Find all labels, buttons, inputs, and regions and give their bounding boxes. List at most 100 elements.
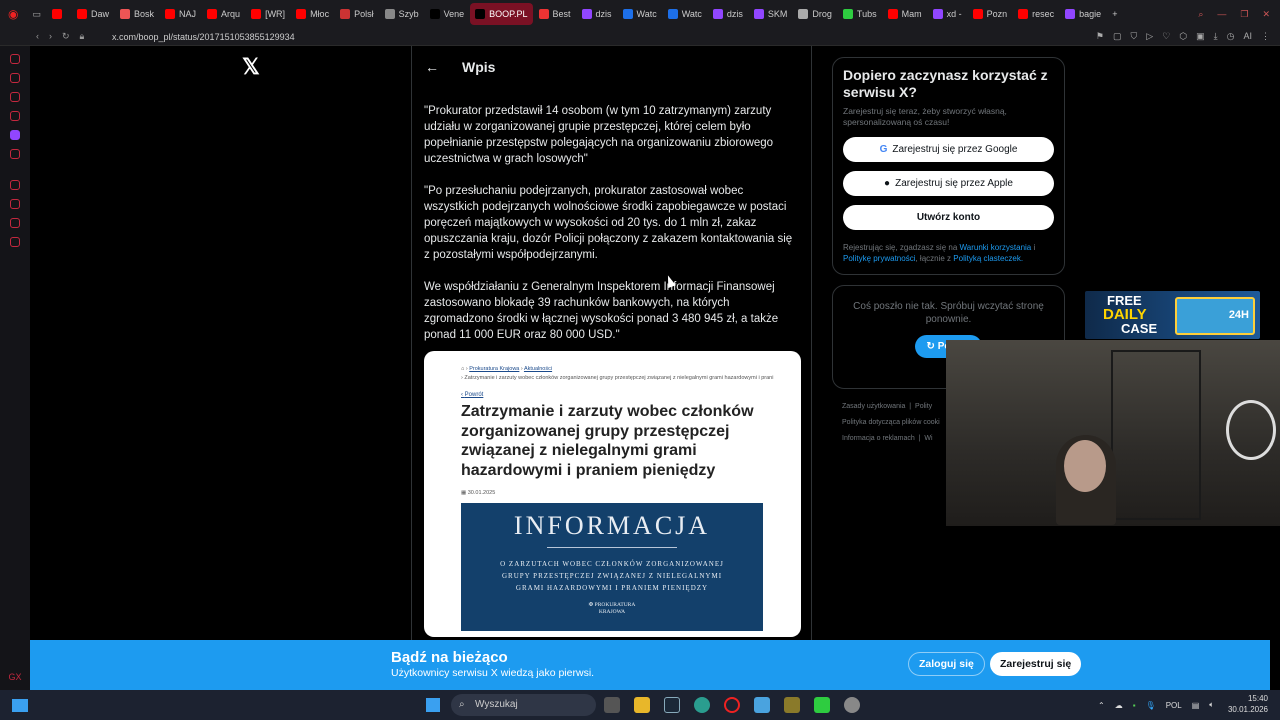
browser-tab[interactable]: Vene xyxy=(425,3,470,25)
tab-search-icon[interactable]: ▭ xyxy=(27,3,46,25)
login-button[interactable]: Zaloguj się xyxy=(908,652,985,676)
tray-cloud-icon[interactable]: ☁ xyxy=(1115,701,1123,710)
sidebar-news-icon[interactable] xyxy=(10,111,20,121)
close-icon[interactable]: ✕ xyxy=(1262,9,1270,20)
sidebar-bag-icon[interactable] xyxy=(10,73,20,83)
register-button[interactable]: Zarejestruj się xyxy=(990,652,1082,676)
forward-icon[interactable]: › xyxy=(49,31,52,42)
privacy-link[interactable]: Politykę prywatności xyxy=(843,254,915,263)
browser-tab[interactable]: Polsł xyxy=(335,3,379,25)
network-icon[interactable]: ▤ xyxy=(1192,701,1200,710)
browser-tab[interactable]: Watc xyxy=(618,3,662,25)
cookies-link[interactable]: Polityką clasteczek. xyxy=(953,254,1023,263)
browser-tab[interactable]: Mam xyxy=(883,3,927,25)
play-icon[interactable]: ▷ xyxy=(1146,31,1153,42)
footer-link-ads[interactable]: Informacja o reklamach xyxy=(842,435,915,442)
sidebar-settings-icon[interactable] xyxy=(10,237,20,247)
tab-favicon-icon xyxy=(384,9,395,19)
history-icon[interactable]: ◷ xyxy=(1227,31,1235,42)
sidebar-twitch-icon[interactable] xyxy=(10,130,20,140)
opera-gx-icon[interactable] xyxy=(724,697,740,713)
green-app-icon[interactable] xyxy=(814,697,830,713)
sidebar-history-icon[interactable] xyxy=(10,199,20,209)
browser-tab[interactable]: Bosk xyxy=(115,3,159,25)
footer-link-tos[interactable]: Zasady użytkowania xyxy=(842,403,905,410)
google-icon: G xyxy=(879,144,888,155)
language-indicator[interactable]: POL xyxy=(1166,701,1182,710)
footer-link-more[interactable]: Wi xyxy=(924,435,932,442)
task-view-icon[interactable] xyxy=(604,697,620,713)
tray-app-icon[interactable]: ▪ xyxy=(1133,701,1136,710)
extensions-icon[interactable]: ⬡ xyxy=(1179,31,1187,42)
settings-app-icon[interactable] xyxy=(844,697,860,713)
sidebar-music-icon[interactable] xyxy=(10,149,20,159)
back-icon[interactable]: ‹ xyxy=(36,31,39,42)
maximize-icon[interactable]: ❐ xyxy=(1240,9,1248,20)
snapshot-icon[interactable]: ▢ xyxy=(1113,31,1122,42)
browser-tab[interactable]: Drog xyxy=(793,3,837,25)
taskbar-search[interactable]: ⌕ Wyszukaj xyxy=(451,694,596,716)
new-tab-button[interactable]: + xyxy=(1107,3,1122,25)
terms-link[interactable]: Warunki korzystania xyxy=(960,243,1032,252)
browser-tab[interactable] xyxy=(47,3,71,25)
file-explorer-icon[interactable] xyxy=(634,697,650,713)
browser-tab[interactable]: bagie xyxy=(1060,3,1106,25)
search-icon[interactable]: ⌕ xyxy=(1198,9,1203,20)
back-arrow-icon[interactable]: ← xyxy=(414,59,450,75)
browser-tab[interactable]: BOOP.PL xyxy=(470,3,533,25)
minimize-icon[interactable]: — xyxy=(1217,9,1226,20)
bookmark-icon[interactable]: ⚑ xyxy=(1096,31,1104,42)
browser-tab[interactable]: Szyb xyxy=(380,3,424,25)
sidebar-player-icon[interactable] xyxy=(10,180,20,190)
sidebar-gx-label[interactable]: GX xyxy=(8,670,21,684)
browser-tab[interactable]: Tubs xyxy=(838,3,882,25)
browser-tab[interactable]: dzis xyxy=(708,3,748,25)
volume-icon[interactable]: 🔈︎ xyxy=(1209,700,1214,710)
browser-tab[interactable]: NAJ xyxy=(160,3,201,25)
sidebar-messages-icon[interactable] xyxy=(10,92,20,102)
url-field[interactable]: x.com/boop_pl/status/2017151053855129934 xyxy=(112,32,295,42)
tab-favicon-icon xyxy=(429,9,440,19)
sidebar-gx-icon[interactable] xyxy=(10,54,20,64)
apple-signup-button[interactable]: ● Zarejestruj się przez Apple xyxy=(843,171,1054,196)
browser-tab[interactable]: SKM xyxy=(749,3,793,25)
breadcrumb: ⌂ › Prokuratura Krajowa › Aktualności › … xyxy=(461,366,774,381)
browser-edge-icon[interactable] xyxy=(694,697,710,713)
taskbar-clock[interactable]: 15:40 30.01.2026 xyxy=(1228,693,1268,715)
download-icon[interactable]: ⤓ xyxy=(1214,31,1218,42)
tab-label: Best xyxy=(552,9,571,19)
reload-icon[interactable]: ↻ xyxy=(62,31,70,42)
browser-tab[interactable]: Pozn xyxy=(968,3,1013,25)
browser-tab[interactable]: [WR] xyxy=(246,3,290,25)
steam-icon[interactable] xyxy=(664,697,680,713)
browser-tab[interactable]: xd - xyxy=(928,3,967,25)
microphone-icon[interactable]: 🎙︎ xyxy=(1146,701,1156,710)
browser-tab[interactable]: Best xyxy=(534,3,576,25)
photos-icon[interactable] xyxy=(754,697,770,713)
game-app-icon[interactable] xyxy=(784,697,800,713)
cookies-prefix: , łącznie z xyxy=(915,254,952,263)
footer-link-policy[interactable]: Polity xyxy=(915,403,932,410)
create-account-button[interactable]: Utwórz konto xyxy=(843,205,1054,230)
opera-menu-icon[interactable]: ◉ xyxy=(0,3,26,25)
widgets-icon[interactable] xyxy=(12,699,28,712)
ai-button[interactable]: AI xyxy=(1243,31,1252,42)
browser-tab[interactable]: Młoc xyxy=(291,3,334,25)
menu-icon[interactable]: ⋮ xyxy=(1261,31,1270,42)
wallet-icon[interactable]: ▣ xyxy=(1196,31,1205,42)
browser-tab[interactable]: Daw xyxy=(72,3,114,25)
shield-icon[interactable]: ⛉ xyxy=(1131,31,1138,42)
browser-tab[interactable]: Arqu xyxy=(202,3,245,25)
post-image-card[interactable]: ⌂ › Prokuratura Krajowa › Aktualności › … xyxy=(424,351,801,637)
start-button-icon[interactable] xyxy=(426,698,440,712)
browser-tab[interactable]: dzis xyxy=(577,3,617,25)
x-logo[interactable]: 𝕏 xyxy=(242,56,262,78)
google-signup-button[interactable]: G Zarejestruj się przez Google xyxy=(843,137,1054,162)
heart-icon[interactable]: ♡ xyxy=(1162,31,1170,42)
tray-chevron-icon[interactable]: ⌃ xyxy=(1098,701,1105,710)
sidebar-cube-icon[interactable] xyxy=(10,218,20,228)
eagle-emblem-icon: ✠ xyxy=(588,602,594,608)
browser-tab[interactable]: resec xyxy=(1013,3,1059,25)
footer-link-cookies[interactable]: Polityka dotycząca plików cooki xyxy=(842,419,940,426)
browser-tab[interactable]: Watc xyxy=(663,3,707,25)
